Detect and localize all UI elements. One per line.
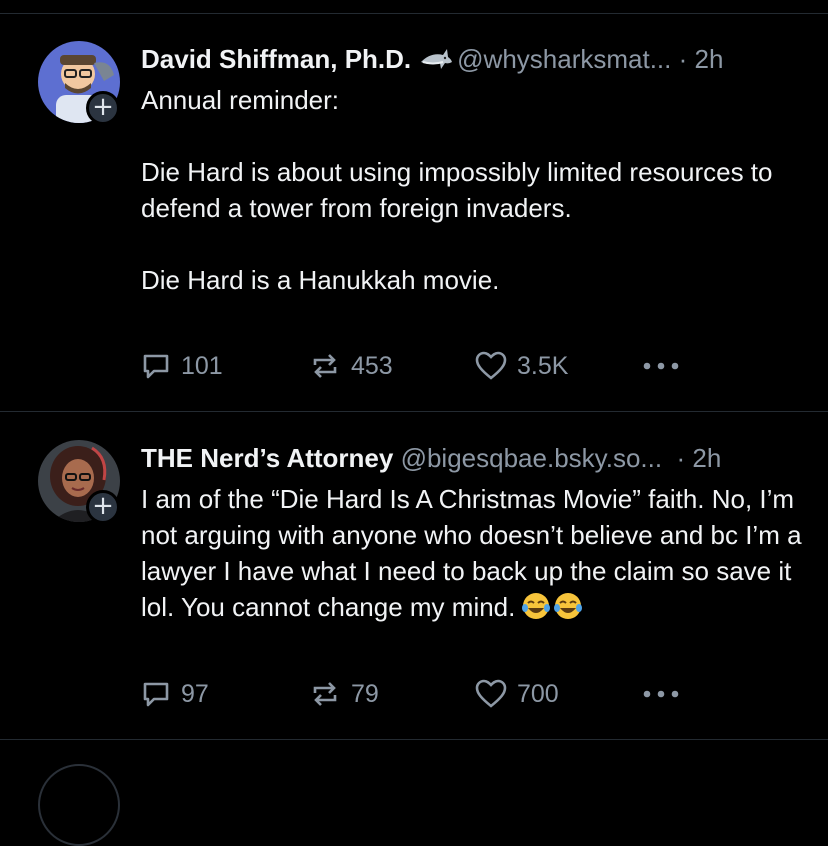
reply-button[interactable]: 101 [141, 346, 223, 386]
display-name[interactable]: David Shiffman, Ph.D. [141, 44, 411, 74]
post-header: THE Nerd’s Attorney @bigesqbae.bsky.so..… [141, 441, 721, 475]
post-1[interactable]: + David Shiffman, Ph.D. @whysharksmat... … [0, 0, 828, 410]
repost-count: 79 [351, 679, 379, 708]
like-count: 700 [517, 679, 559, 708]
reply-count: 97 [181, 679, 209, 708]
repost-button[interactable]: 79 [309, 674, 379, 714]
repost-icon [313, 682, 337, 706]
post-2[interactable]: + THE Nerd’s Attorney @bigesqbae.bsky.so… [0, 412, 828, 738]
like-button[interactable]: 700 [475, 674, 559, 714]
more-options-icon [643, 690, 679, 698]
reply-button[interactable]: 97 [141, 674, 209, 714]
post-actions: 101 453 3.5K [141, 346, 701, 386]
display-name[interactable]: THE Nerd’s Attorney [141, 443, 393, 473]
reply-icon [143, 682, 169, 707]
post-text-content: I am of the “Die Hard Is A Christmas Mov… [141, 484, 809, 622]
reply-icon [143, 354, 169, 379]
post-header: David Shiffman, Ph.D. @whysharksmat... · … [141, 42, 723, 76]
post-text: I am of the “Die Hard Is A Christmas Mov… [141, 481, 813, 625]
repost-icon [313, 354, 337, 378]
follow-badge[interactable]: + [86, 490, 120, 524]
timestamp[interactable]: · 2h [677, 443, 722, 473]
heart-icon [475, 351, 507, 380]
next-post-avatar[interactable] [38, 764, 120, 846]
reply-count: 101 [181, 351, 223, 380]
post-actions: 97 79 700 [141, 674, 701, 714]
repost-button[interactable]: 453 [309, 346, 393, 386]
timestamp[interactable]: · 2h [679, 44, 724, 74]
tears-of-joy-emoji-icon [554, 593, 583, 619]
heart-icon [475, 679, 507, 708]
shark-icon [421, 49, 453, 69]
post-text: Annual reminder: Die Hard is about using… [141, 85, 773, 295]
follow-badge[interactable]: + [86, 91, 120, 125]
like-button[interactable]: 3.5K [475, 346, 568, 386]
post-divider [0, 739, 828, 740]
like-count: 3.5K [517, 351, 569, 380]
more-options-button[interactable] [641, 346, 691, 386]
tears-of-joy-emoji-icon [522, 593, 551, 619]
handle[interactable]: @bigesqbae.bsky.so... [401, 443, 663, 473]
handle[interactable]: @whysharksmat... [457, 44, 671, 74]
more-options-button[interactable] [641, 674, 691, 714]
repost-count: 453 [351, 351, 393, 380]
more-options-icon [643, 362, 679, 370]
